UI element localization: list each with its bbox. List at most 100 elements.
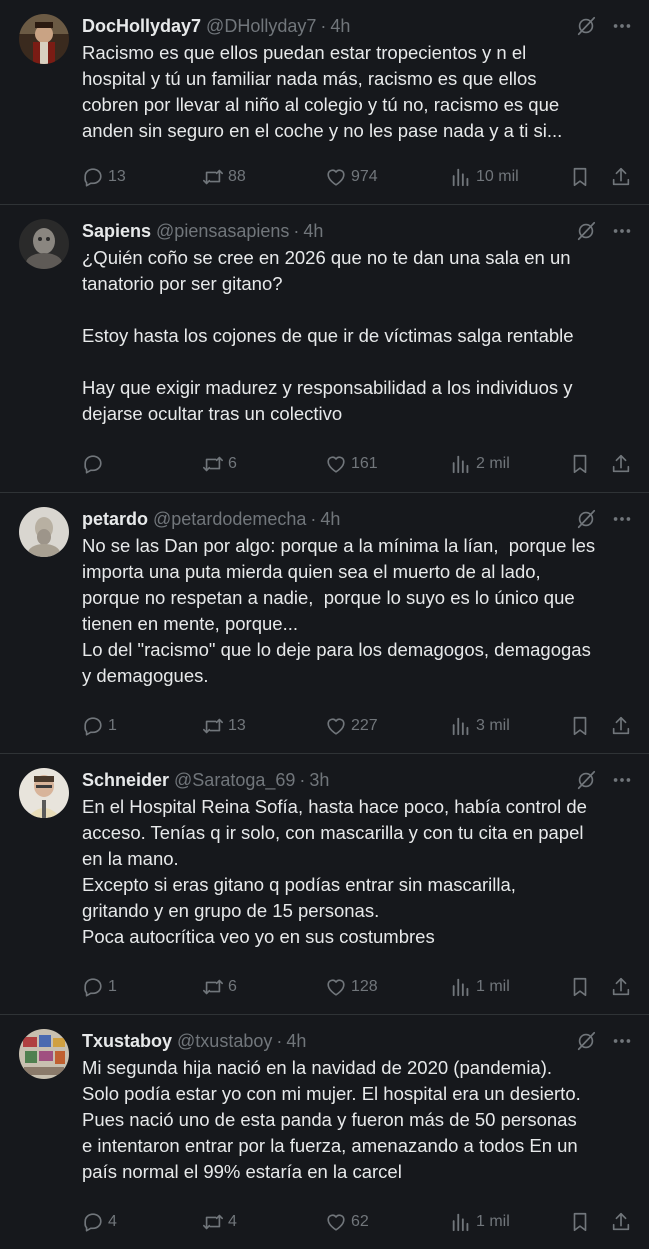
reply-button[interactable]	[82, 451, 108, 477]
grok-icon[interactable]	[575, 769, 597, 791]
post-time[interactable]: 4h	[303, 218, 323, 244]
post-time[interactable]: 3h	[309, 767, 329, 793]
more-icon[interactable]	[611, 15, 633, 37]
action-bar: 1 13 227 3 mil	[82, 713, 649, 739]
author-handle[interactable]: @Saratoga_69	[174, 767, 295, 793]
avatar[interactable]	[19, 507, 69, 557]
views-button[interactable]: 1 mil	[450, 1209, 510, 1235]
bookmark-button[interactable]	[569, 164, 591, 190]
post-header: Sapiens @piensasapiens · 4h	[82, 218, 649, 244]
action-bar: 1 6 128 1 mil	[82, 974, 649, 1000]
views-count: 1 mil	[476, 978, 510, 995]
views-button[interactable]: 10 mil	[450, 164, 519, 190]
like-button[interactable]: 974	[325, 164, 378, 190]
bookmark-icon	[573, 977, 587, 997]
post-text: Racismo es que ellos puedan estar tropec…	[82, 42, 563, 141]
reply-button[interactable]: 1	[82, 974, 117, 1000]
repost-button[interactable]: 6	[202, 974, 237, 1000]
heart-icon	[327, 718, 345, 735]
post-text: No se las Dan por algo: porque a la míni…	[82, 535, 596, 686]
like-button[interactable]: 128	[325, 974, 378, 1000]
views-icon	[452, 1213, 469, 1232]
avatar[interactable]	[19, 14, 69, 64]
author-handle[interactable]: @piensasapiens	[156, 218, 289, 244]
more-icon[interactable]	[611, 769, 633, 791]
separator: ·	[310, 509, 317, 529]
post[interactable]: DocHollyday7 @DHollyday7 · 4h Racismo es…	[0, 0, 649, 205]
repost-count: 4	[228, 1213, 237, 1230]
views-icon	[452, 168, 469, 187]
bookmark-button[interactable]	[569, 974, 591, 1000]
share-button[interactable]	[610, 164, 632, 190]
post[interactable]: Txustaboy @txustaboy · 4h Mi segunda hij…	[0, 1015, 649, 1249]
share-button[interactable]	[610, 451, 632, 477]
author-handle[interactable]: @petardodemecha	[153, 506, 306, 532]
repost-count: 88	[228, 168, 246, 185]
post[interactable]: Schneider @Saratoga_69 · 3h En el Hospit…	[0, 754, 649, 1015]
reply-count: 4	[108, 1213, 117, 1230]
author-name[interactable]: Schneider	[82, 767, 169, 793]
like-count: 128	[351, 978, 378, 995]
grok-icon[interactable]	[575, 1030, 597, 1052]
views-button[interactable]: 3 mil	[450, 713, 510, 739]
bookmark-button[interactable]	[569, 1209, 591, 1235]
grok-icon[interactable]	[575, 220, 597, 242]
reply-button[interactable]: 13	[82, 164, 126, 190]
more-icon[interactable]	[611, 508, 633, 530]
like-button[interactable]: 161	[325, 451, 378, 477]
bookmark-icon	[573, 716, 587, 736]
share-button[interactable]	[610, 713, 632, 739]
bookmark-button[interactable]	[569, 451, 591, 477]
views-count: 3 mil	[476, 717, 510, 734]
reply-button[interactable]: 1	[82, 713, 117, 739]
avatar[interactable]	[19, 768, 69, 818]
post-time[interactable]: 4h	[286, 1028, 306, 1054]
views-button[interactable]: 2 mil	[450, 451, 510, 477]
like-button[interactable]: 227	[325, 713, 378, 739]
more-icon[interactable]	[611, 1030, 633, 1052]
repost-button[interactable]: 13	[202, 713, 246, 739]
repost-button[interactable]: 4	[202, 1209, 237, 1235]
author-name[interactable]: petardo	[82, 506, 148, 532]
share-button[interactable]	[610, 974, 632, 1000]
avatar[interactable]	[19, 219, 69, 269]
post-time[interactable]: 4h	[320, 506, 340, 532]
grok-icon[interactable]	[575, 15, 597, 37]
repost-button[interactable]: 6	[202, 451, 237, 477]
reply-button[interactable]: 4	[82, 1209, 117, 1235]
separator: ·	[276, 1031, 283, 1051]
share-icon	[612, 1212, 630, 1231]
bookmark-icon	[573, 454, 587, 474]
reply-count: 1	[108, 717, 117, 734]
author-name[interactable]: Txustaboy	[82, 1028, 172, 1054]
author-name[interactable]: Sapiens	[82, 218, 151, 244]
author-handle[interactable]: @txustaboy	[177, 1028, 272, 1054]
post[interactable]: Sapiens @piensasapiens · 4h ¿Quién coño …	[0, 205, 649, 493]
reply-count: 13	[108, 168, 126, 185]
repost-icon	[203, 718, 223, 734]
reply-icon	[84, 717, 102, 736]
views-icon	[452, 978, 469, 997]
views-count: 2 mil	[476, 455, 510, 472]
heart-icon	[327, 169, 345, 186]
share-icon	[612, 716, 630, 735]
like-button[interactable]: 62	[325, 1209, 369, 1235]
bookmark-icon	[573, 167, 587, 187]
post[interactable]: petardo @petardodemecha · 4h No se las D…	[0, 493, 649, 754]
author-handle[interactable]: @DHollyday7	[206, 13, 316, 39]
author-name[interactable]: DocHollyday7	[82, 13, 201, 39]
more-icon[interactable]	[611, 220, 633, 242]
share-button[interactable]	[610, 1209, 632, 1235]
share-icon	[612, 977, 630, 996]
post-time[interactable]: 4h	[330, 13, 350, 39]
action-bar: 6 161 2 mil	[82, 451, 649, 477]
repost-button[interactable]: 88	[202, 164, 246, 190]
grok-icon[interactable]	[575, 508, 597, 530]
post-header: DocHollyday7 @DHollyday7 · 4h	[82, 13, 649, 39]
avatar[interactable]	[19, 1029, 69, 1079]
bookmark-button[interactable]	[569, 713, 591, 739]
views-button[interactable]: 1 mil	[450, 974, 510, 1000]
reply-icon	[84, 455, 102, 474]
action-bar: 13 88 974 10 mil	[82, 164, 649, 190]
post-text: Mi segunda hija nació en la navidad de 2…	[82, 1057, 581, 1182]
